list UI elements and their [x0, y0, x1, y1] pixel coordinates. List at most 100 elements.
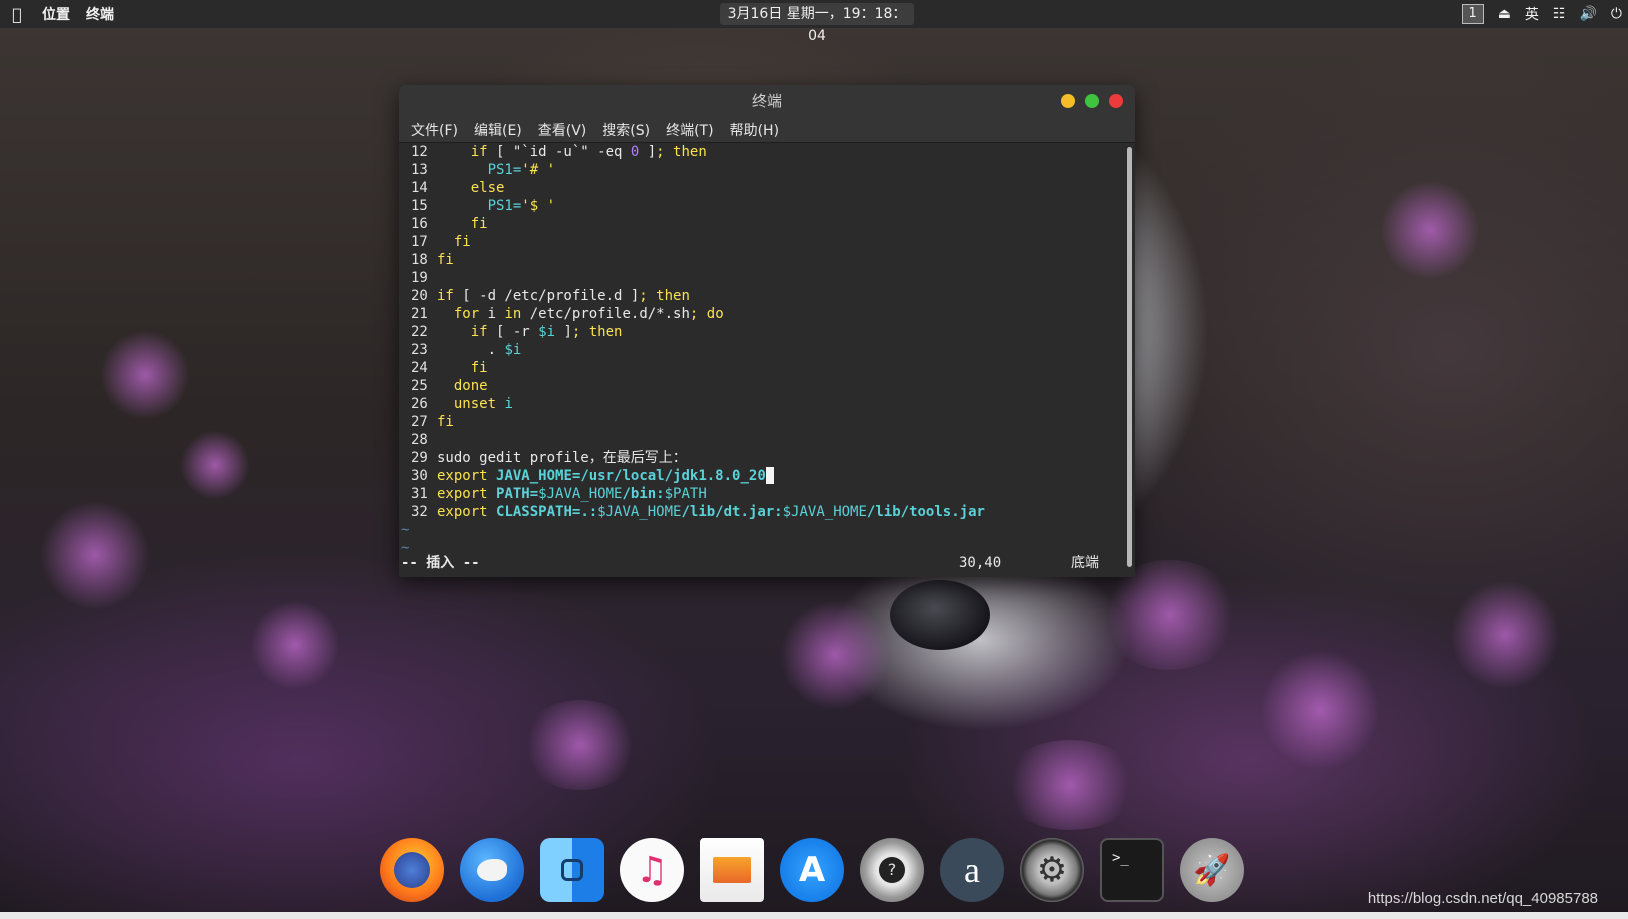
close-button[interactable]	[1109, 94, 1123, 108]
line-text: sudo gedit profile，在最后写上：	[437, 450, 687, 466]
line-text: fi	[470, 360, 488, 376]
line-number: 31	[411, 486, 428, 502]
line-number: 30	[411, 468, 428, 484]
maximize-button[interactable]	[1085, 94, 1099, 108]
apple-icon[interactable]: 	[0, 5, 34, 24]
code-line: 31 export PATH=$JAVA_HOME/bin:$PATH	[399, 485, 1135, 503]
menu-help[interactable]: 帮助(H)	[730, 120, 779, 140]
line-number: 21	[411, 306, 428, 322]
dock: ♫ A ? a ⚙ >_ 🚀	[380, 830, 1260, 910]
clock[interactable]: 3月16日 星期一，19：18：04	[720, 3, 914, 44]
line-number: 15	[411, 198, 428, 214]
code-line: 17 fi	[399, 233, 1135, 251]
line-text: export JAVA_HOME=/usr/local/jdk1.8.0_20	[437, 468, 766, 484]
line-number: 13	[411, 162, 428, 178]
line-number: 24	[411, 360, 428, 376]
amazon-icon[interactable]: a	[940, 838, 1004, 902]
scrollbar[interactable]	[1127, 147, 1132, 567]
line-number: 27	[411, 414, 428, 430]
line-text: if [ "`id -u`" -eq 0 ]; then	[470, 144, 707, 160]
line-text: fi	[437, 414, 454, 430]
line-text: unset i	[453, 396, 513, 412]
menu-edit[interactable]: 编辑(E)	[474, 120, 522, 140]
pages-icon[interactable]	[700, 838, 764, 902]
settings-icon[interactable]: ⚙	[1020, 838, 1084, 902]
line-number: 22	[411, 324, 428, 340]
line-text: PS1='$ '	[487, 198, 556, 214]
line-text: fi	[453, 234, 471, 250]
terminal-icon[interactable]: >_	[1100, 838, 1164, 902]
line-number: 29	[411, 450, 428, 466]
bottom-strip	[0, 912, 1628, 919]
music-icon[interactable]: ♫	[620, 838, 684, 902]
line-number: 14	[411, 180, 428, 196]
line-text: fi	[470, 216, 488, 232]
firefox-icon[interactable]	[380, 838, 444, 902]
line-number: 19	[411, 270, 428, 286]
line-text: else	[470, 180, 505, 196]
code-line: 15 PS1='$ '	[399, 197, 1135, 215]
input-method-indicator[interactable]: 英	[1525, 4, 1539, 24]
code-line: 32 export CLASSPATH=.:$JAVA_HOME/lib/dt.j…	[399, 503, 1135, 521]
volume-icon[interactable]: 🔊	[1579, 6, 1596, 22]
menu-file[interactable]: 文件(F)	[411, 120, 458, 140]
help-icon[interactable]: ?	[860, 838, 924, 902]
code-line: 28	[399, 431, 1135, 449]
code-line: 16 fi	[399, 215, 1135, 233]
line-number: 28	[411, 432, 428, 448]
line-number: 17	[411, 234, 428, 250]
terminal-window: 终端 文件(F) 编辑(E) 查看(V) 搜索(S) 终端(T) 帮助(H) 1…	[399, 85, 1135, 577]
line-number: 16	[411, 216, 428, 232]
tilde-line: ~	[401, 522, 410, 538]
minimize-button[interactable]	[1061, 94, 1075, 108]
vim-status-line: -- 插入 -- 30,40 底端	[399, 553, 1135, 573]
window-titlebar[interactable]: 终端	[399, 85, 1135, 117]
code-line: 27 fi	[399, 413, 1135, 431]
code-line: 20 if [ -d /etc/profile.d ]; then	[399, 287, 1135, 305]
line-text: . $i	[437, 342, 522, 358]
text-cursor	[765, 467, 774, 484]
code-line: 23 . $i	[399, 341, 1135, 359]
vim-mode: -- 插入 --	[401, 555, 480, 571]
watermark: https://blog.csdn.net/qq_40985788	[1367, 890, 1598, 907]
launchpad-icon[interactable]: 🚀	[1180, 838, 1244, 902]
network-icon[interactable]: ☷	[1553, 6, 1566, 22]
browser-eagle-icon[interactable]	[460, 838, 524, 902]
code-line: 21 for i in /etc/profile.d/*.sh; do	[399, 305, 1135, 323]
line-text: if [ -d /etc/profile.d ]; then	[437, 288, 690, 304]
app-store-icon[interactable]: A	[780, 838, 844, 902]
code-line: 12 if [ "`id -u`" -eq 0 ]; then	[399, 143, 1135, 161]
code-line: 22 if [ -r $i ]; then	[399, 323, 1135, 341]
line-number: 20	[411, 288, 428, 304]
line-text: for i in /etc/profile.d/*.sh; do	[453, 306, 724, 322]
cursor-position: 30,40	[959, 555, 1002, 571]
active-app-menu[interactable]: 终端	[86, 4, 114, 24]
line-text: export PATH=$JAVA_HOME/bin:$PATH	[437, 486, 707, 502]
system-tray: 1 ⏏ 英 ☷ 🔊 ⏻	[1461, 0, 1622, 28]
code-line: 24 fi	[399, 359, 1135, 377]
line-text: fi	[437, 252, 454, 268]
line-number: 25	[411, 378, 428, 394]
terminal-menubar: 文件(F) 编辑(E) 查看(V) 搜索(S) 终端(T) 帮助(H)	[399, 117, 1135, 143]
code-line: 14 else	[399, 179, 1135, 197]
code-line: 13 PS1='# '	[399, 161, 1135, 179]
line-text: if [ -r $i ]; then	[470, 324, 623, 340]
code-line: 19	[399, 269, 1135, 287]
scroll-position: 底端	[1071, 555, 1099, 571]
line-number: 23	[411, 342, 428, 358]
menu-view[interactable]: 查看(V)	[538, 120, 587, 140]
top-panel:  位置 终端 3月16日 星期一，19：18：04 1 ⏏ 英 ☷ 🔊 ⏻	[0, 0, 1628, 44]
places-menu[interactable]: 位置	[42, 4, 70, 24]
power-icon[interactable]: ⏻	[1611, 6, 1622, 22]
finder-icon[interactable]	[540, 838, 604, 902]
vim-editor[interactable]: 12 if [ "`id -u`" -eq 0 ]; then 13 PS1='#…	[399, 143, 1135, 577]
eject-icon[interactable]: ⏏	[1498, 6, 1511, 22]
line-number: 26	[411, 396, 428, 412]
code-line: 30 export JAVA_HOME=/usr/local/jdk1.8.0_2…	[399, 467, 1135, 485]
code-line: 18 fi	[399, 251, 1135, 269]
menu-terminal[interactable]: 终端(T)	[666, 120, 713, 140]
menu-search[interactable]: 搜索(S)	[602, 120, 650, 140]
workspace-indicator[interactable]: 1	[1461, 4, 1484, 24]
line-number: 18	[411, 252, 428, 268]
line-text: export CLASSPATH=.:$JAVA_HOME/lib/dt.jar…	[437, 504, 985, 520]
